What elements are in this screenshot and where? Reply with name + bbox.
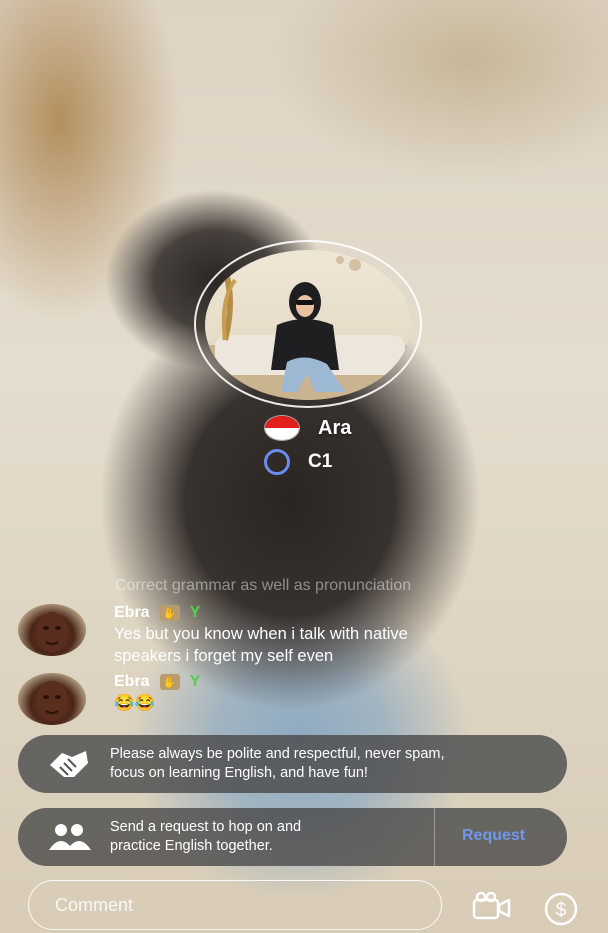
- indonesia-flag-icon: [264, 415, 300, 441]
- flag-top-stripe: [265, 416, 299, 428]
- dollar-coin-icon[interactable]: $: [543, 891, 579, 932]
- chat-message: Ebra ✋ Y Yes but you know when i talk wi…: [18, 604, 408, 666]
- host-level: C1: [308, 451, 333, 472]
- message-text-line2: speakers i forget my self even: [114, 647, 334, 665]
- message-username[interactable]: Ebra: [114, 673, 150, 691]
- avatar[interactable]: [18, 604, 86, 656]
- request-line2: practice English together.: [110, 838, 273, 854]
- message-text-line1: Yes but you know when i talk with native: [114, 625, 408, 643]
- hand-badge-icon: ✋: [159, 674, 180, 690]
- host-name: Ara: [318, 416, 352, 439]
- sprout-icon: Y: [189, 604, 201, 621]
- rules-line1: Please always be polite and respectful, …: [110, 746, 445, 762]
- handshake-icon: [42, 747, 94, 781]
- hand-badge-icon: ✋: [159, 605, 180, 621]
- avatar-face-illustration: [36, 612, 68, 652]
- host-photo-illustration: [205, 256, 411, 400]
- message-username[interactable]: Ebra: [114, 604, 150, 622]
- request-line1: Send a request to hop on and: [110, 819, 302, 835]
- rules-line2: focus on learning English, and have fun!: [110, 765, 368, 781]
- comment-input[interactable]: [28, 880, 442, 930]
- host-level-row: C1: [264, 449, 332, 475]
- request-banner: Send a request to hop on and practice En…: [18, 808, 567, 866]
- host-name-row: Ara: [264, 415, 351, 441]
- chat-message: Ebra ✋ Y 😂😂: [18, 673, 200, 725]
- sprout-icon: Y: [189, 673, 201, 690]
- svg-text:$: $: [556, 900, 567, 921]
- avatar-face-illustration: [36, 681, 68, 721]
- level-circle-icon: [264, 449, 290, 475]
- message-text: 😂😂: [114, 694, 156, 712]
- banner-divider: [434, 808, 435, 866]
- flag-bottom-stripe: [265, 428, 299, 440]
- people-icon: [42, 822, 94, 852]
- host-avatar[interactable]: [205, 250, 411, 400]
- request-button[interactable]: Request: [462, 827, 525, 845]
- rules-banner: Please always be polite and respectful, …: [18, 735, 567, 793]
- video-camera-icon[interactable]: [472, 891, 512, 925]
- avatar[interactable]: [18, 673, 86, 725]
- faded-chat-message: Correct grammar as well as pronunciation: [115, 577, 412, 594]
